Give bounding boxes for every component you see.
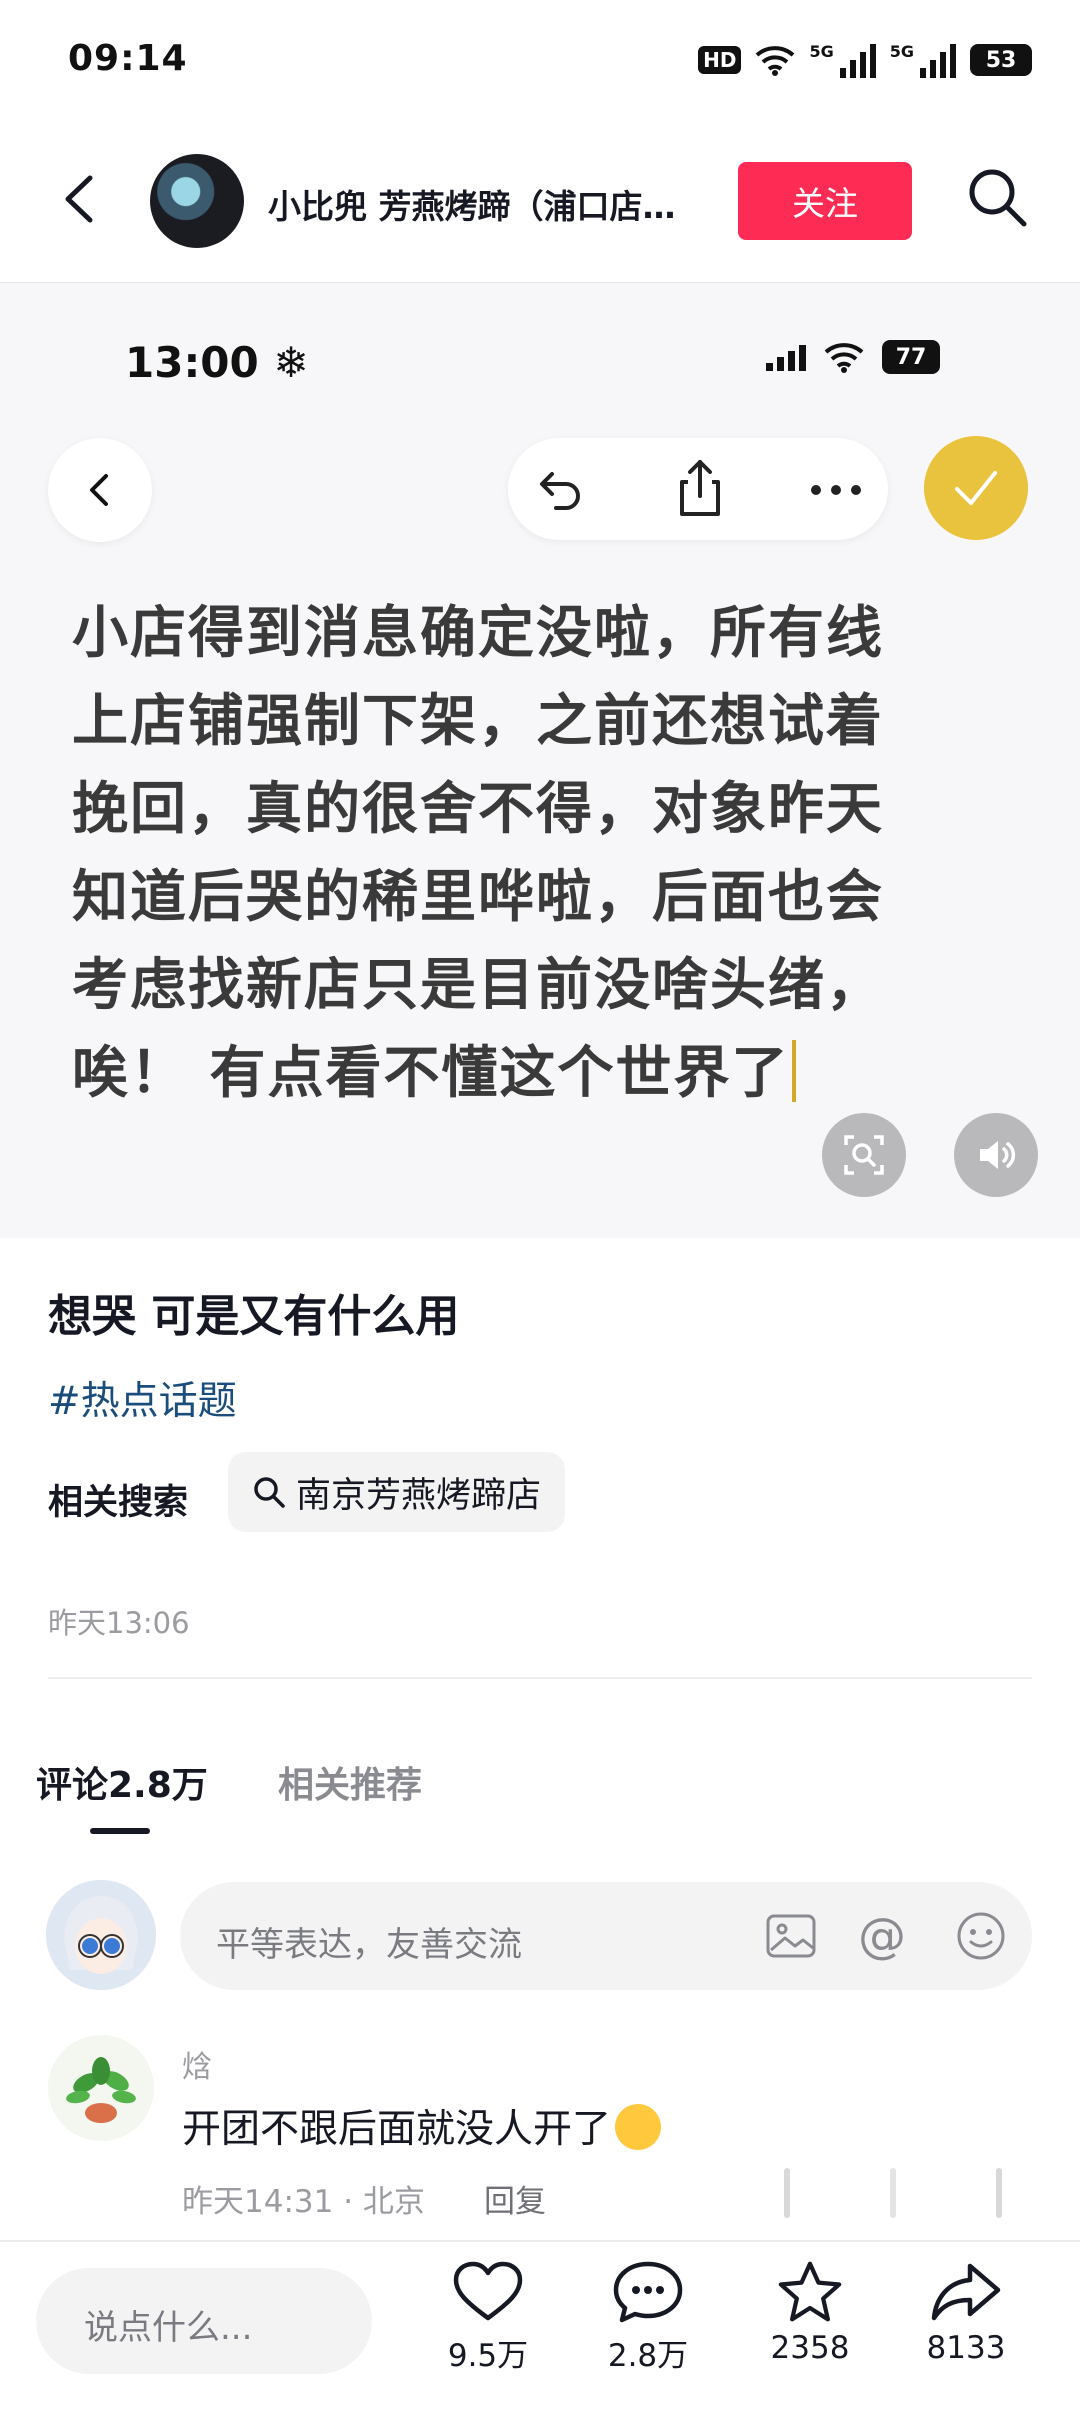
note-line: 小店得到消息确定没啦，所有线 [72, 601, 884, 666]
tab-indicator [90, 1828, 150, 1834]
comment-count: 2.8万 [607, 2338, 689, 2374]
status-time: 09:14 [68, 38, 188, 79]
my-avatar[interactable] [46, 1880, 156, 1990]
plant-avatar-image [48, 2035, 154, 2141]
search-button[interactable] [962, 162, 1032, 232]
photo-done-button [924, 436, 1028, 540]
hashtag-link[interactable]: #热点话题 [48, 1370, 237, 1426]
comment-bubble-icon [613, 2261, 683, 2323]
note-line: 考虑找新店只是目前没啥头绪， [72, 953, 884, 1018]
note-line: 知道后哭的稀里哗啦，后面也会 [72, 865, 884, 930]
note-line: 挽回，真的很舍不得，对象昨天 [72, 777, 884, 842]
favorite-button[interactable]: 2358 [740, 2260, 880, 2366]
star-icon [778, 2261, 842, 2322]
related-search-query: 南京芳燕烤蹄店 [296, 1475, 542, 1516]
text-caret [791, 1040, 796, 1102]
chevron-left-icon [65, 175, 93, 223]
related-search-chip[interactable]: 南京芳燕烤蹄店 [228, 1452, 566, 1532]
comment-time-location: 昨天14:31 · 北京 [182, 2184, 425, 2220]
favorite-count: 2358 [770, 2330, 850, 2366]
more-icon [808, 482, 864, 502]
wifi-icon [756, 46, 795, 76]
share-button[interactable]: 8133 [896, 2260, 1036, 2366]
anime-avatar-image [46, 1880, 156, 1990]
share-arrow-icon [931, 2263, 1001, 2321]
comment-text: 开团不跟后面就没人开了 [182, 2098, 662, 2154]
follow-button[interactable]: 关注 [738, 162, 912, 240]
photo-phone-time: 13:00 ❄ [125, 338, 309, 387]
post-title: 想哭 可是又有什么用 [48, 1291, 460, 1342]
like-count: 9.5万 [447, 2338, 529, 2374]
related-search-label: 相关搜索 [48, 1483, 189, 1523]
speaker-icon [980, 1141, 1016, 1169]
undo-icon [530, 462, 586, 522]
quick-comment-placeholder: 说点什么... [84, 2308, 253, 2348]
checkmark-icon [955, 471, 997, 505]
image-picker-button[interactable] [765, 1912, 817, 1964]
author-avatar[interactable] [150, 154, 244, 248]
status-bar: 09:14 HD 5G 5G 53 [0, 0, 1080, 120]
lens-search-icon [844, 1135, 884, 1175]
photo-signal-icon [766, 343, 806, 371]
hugging-face-emoji-icon [615, 2104, 662, 2150]
smiley-icon [957, 1912, 1005, 1960]
tab-comments[interactable]: 评论2.8万 [36, 1756, 208, 1808]
network-5g-label: 5G [809, 42, 834, 61]
hd-icon: HD [698, 46, 742, 74]
system-icons: HD 5G 5G 53 [698, 42, 1032, 78]
post-date: 昨天13:06 [48, 1606, 190, 1640]
share-count: 8133 [926, 2330, 1006, 2366]
network-5g-label-2: 5G [889, 42, 914, 61]
mention-button[interactable]: @ [858, 1908, 906, 1964]
volume-button[interactable] [954, 1113, 1038, 1197]
signal-icon-2 [920, 42, 956, 78]
image-search-button[interactable] [822, 1113, 906, 1197]
divider [48, 1677, 1032, 1679]
photo-back-button [48, 438, 152, 542]
loading-placeholder [780, 2164, 1020, 2228]
battery-icon: 53 [970, 44, 1032, 76]
note-line: 上店铺强制下架，之前还想试着 [72, 689, 884, 754]
chevron-left-icon [90, 474, 108, 506]
commenter-name[interactable]: 焓 [182, 2042, 212, 2086]
emoji-button[interactable] [955, 1910, 1007, 1966]
signal-icon [839, 42, 876, 78]
photo-battery-icon: 77 [882, 340, 940, 374]
photo-wifi-icon [824, 343, 864, 373]
share-icon [672, 456, 728, 524]
back-button[interactable] [54, 172, 108, 226]
note-line-last: 唉！ 有点看不懂这个世界了 [72, 1030, 1022, 1118]
comment-input-placeholder: 平等表达，友善交流 [216, 1925, 522, 1965]
comment-button[interactable]: 2.8万 [578, 2260, 718, 2375]
image-icon [766, 1914, 816, 1958]
commenter-avatar[interactable] [48, 2035, 154, 2141]
search-icon [254, 1477, 285, 1508]
photo-phone-status-icons: 77 [766, 340, 940, 374]
author-name[interactable]: 小比兜 芳燕烤蹄（浦口店… [268, 180, 728, 228]
tab-related[interactable]: 相关推荐 [278, 1756, 422, 1808]
like-button[interactable]: 9.5万 [418, 2260, 558, 2375]
photo-note-text: 小店得到消息确定没啦，所有线 上店铺强制下架，之前还想试着 挽回，真的很舍不得，… [72, 590, 1022, 1118]
reply-button[interactable]: 回复 [484, 2176, 546, 2221]
heart-icon [453, 2261, 523, 2321]
search-icon [969, 169, 1027, 227]
